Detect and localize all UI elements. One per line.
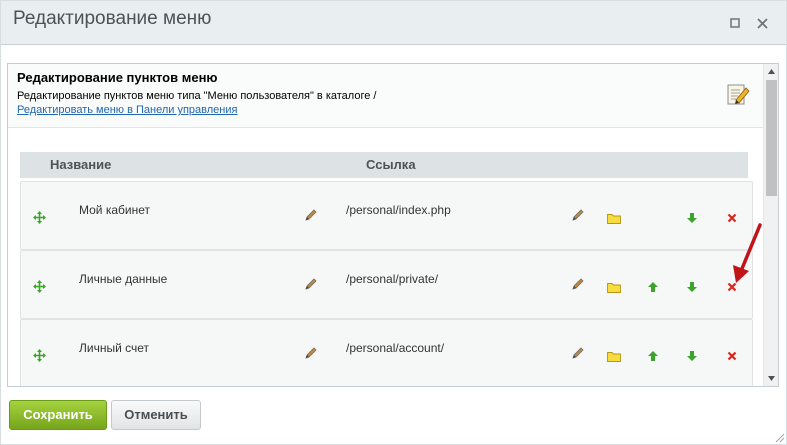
form-description: Редактирование пунктов меню типа "Меню п… bbox=[17, 90, 377, 102]
menu-item-name[interactable]: Личные данные bbox=[79, 272, 167, 286]
menu-item-name[interactable]: Личный счет bbox=[79, 341, 149, 355]
folder-icon[interactable] bbox=[607, 351, 621, 362]
pencil-icon[interactable] bbox=[571, 277, 585, 291]
arrow-down-icon[interactable] bbox=[686, 281, 698, 293]
menu-editor-dialog: Редактирование меню Редактирование пункт… bbox=[0, 0, 787, 445]
column-link-header: Ссылка bbox=[366, 157, 416, 172]
arrow-down-icon[interactable] bbox=[686, 212, 698, 224]
drag-move-icon[interactable] bbox=[33, 211, 46, 224]
column-name-header: Название bbox=[50, 157, 112, 172]
content-area: Редактирование пунктов меню Редактирован… bbox=[7, 63, 779, 387]
pencil-icon[interactable] bbox=[304, 277, 318, 291]
menu-item-link[interactable]: /personal/account/ bbox=[346, 341, 444, 355]
menu-item-row: Мой кабинет /personal/index.php bbox=[20, 181, 753, 250]
menu-item-row: Личные данные /personal/private/ bbox=[20, 250, 753, 319]
form-title: Редактирование пунктов меню bbox=[17, 70, 218, 85]
scroll-down-icon[interactable] bbox=[764, 371, 778, 386]
folder-icon[interactable] bbox=[607, 213, 621, 224]
save-button[interactable]: Сохранить bbox=[9, 400, 107, 430]
scrollbar-thumb[interactable] bbox=[766, 80, 777, 196]
arrow-up-icon[interactable] bbox=[647, 350, 659, 362]
annotation-arrow-icon bbox=[733, 223, 762, 283]
pencil-icon[interactable] bbox=[571, 208, 585, 222]
arrow-down-icon[interactable] bbox=[686, 350, 698, 362]
scroll-up-icon[interactable] bbox=[764, 64, 778, 79]
delete-x-icon[interactable] bbox=[727, 213, 737, 223]
menu-item-name[interactable]: Мой кабинет bbox=[79, 203, 150, 217]
menu-item-row: Личный счет /personal/account/ bbox=[20, 319, 753, 386]
pencil-icon[interactable] bbox=[571, 346, 585, 360]
folder-icon[interactable] bbox=[607, 282, 621, 293]
vertical-scrollbar[interactable] bbox=[763, 64, 778, 386]
table-header: Название Ссылка bbox=[20, 152, 748, 178]
close-icon[interactable] bbox=[754, 15, 770, 31]
dialog-title: Редактирование меню bbox=[13, 8, 212, 29]
cancel-button[interactable]: Отменить bbox=[111, 400, 201, 430]
menu-item-link[interactable]: /personal/index.php bbox=[346, 203, 451, 217]
edit-document-icon bbox=[727, 84, 750, 105]
pencil-icon[interactable] bbox=[304, 208, 318, 222]
drag-move-icon[interactable] bbox=[33, 280, 46, 293]
pencil-icon[interactable] bbox=[304, 346, 318, 360]
maximize-icon[interactable] bbox=[727, 15, 743, 31]
menu-item-link[interactable]: /personal/private/ bbox=[346, 272, 438, 286]
arrow-up-icon[interactable] bbox=[647, 281, 659, 293]
control-panel-link[interactable]: Редактировать меню в Панели управления bbox=[17, 104, 237, 116]
drag-move-icon[interactable] bbox=[33, 349, 46, 362]
resize-grip-icon[interactable] bbox=[773, 431, 785, 443]
delete-x-icon[interactable] bbox=[727, 351, 737, 361]
form-header: Редактирование пунктов меню Редактирован… bbox=[8, 64, 763, 128]
dialog-titlebar[interactable]: Редактирование меню bbox=[1, 1, 786, 45]
